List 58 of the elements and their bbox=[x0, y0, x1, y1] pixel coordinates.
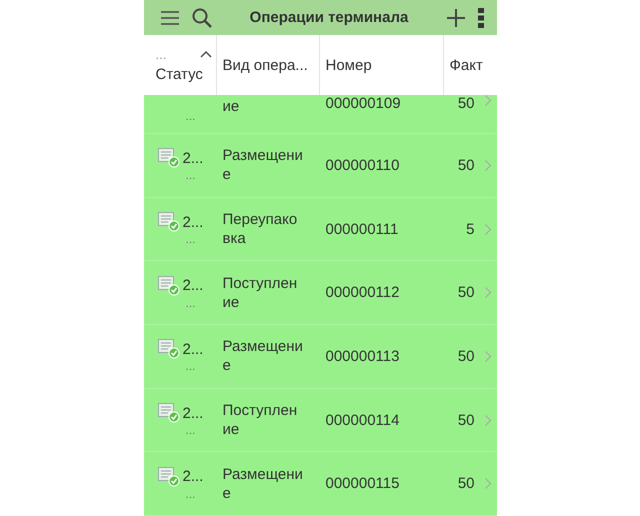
status-text: ... bbox=[184, 486, 196, 501]
chevron-right-icon[interactable] bbox=[484, 478, 490, 490]
column-header[interactable]: Вид опера... bbox=[222, 56, 308, 74]
document-check-icon bbox=[158, 339, 180, 360]
status-text: 2... bbox=[182, 468, 204, 486]
operation-type: Размещение bbox=[222, 337, 304, 376]
document-number: 000000113 bbox=[326, 348, 400, 365]
status-text: 2... bbox=[182, 277, 204, 294]
search-icon[interactable] bbox=[192, 8, 212, 28]
ellipsis-text: ... bbox=[156, 47, 166, 62]
document-number: 000000114 bbox=[326, 412, 400, 429]
chevron-right-icon[interactable] bbox=[484, 350, 490, 362]
fact-quantity: 5 bbox=[466, 220, 474, 238]
chevron-right-icon[interactable] bbox=[484, 287, 490, 298]
column-header[interactable]: Факт bbox=[450, 56, 483, 74]
operation-type: Размещение bbox=[222, 464, 304, 503]
status-text: 2... bbox=[182, 340, 204, 358]
status-text: ... bbox=[184, 359, 196, 374]
operation-type: Поступление bbox=[222, 274, 298, 312]
document-check-icon bbox=[158, 276, 180, 296]
chevron-right-icon[interactable] bbox=[484, 160, 490, 171]
status-text: ... bbox=[184, 168, 196, 182]
operation-type: ие bbox=[222, 97, 240, 116]
fact-quantity: 50 bbox=[458, 412, 474, 429]
chevron-right-icon[interactable] bbox=[484, 95, 490, 106]
document-number: 000000112 bbox=[326, 284, 400, 302]
more-icon[interactable] bbox=[476, 8, 484, 28]
document-check-icon bbox=[158, 148, 180, 168]
status-text: 2... bbox=[182, 150, 204, 167]
fact-quantity: 50 bbox=[458, 95, 474, 112]
status-text: 2... bbox=[182, 214, 204, 231]
screen-title: Операции терминала bbox=[248, 9, 410, 26]
document-check-icon bbox=[158, 212, 180, 232]
operation-type: Переупаковка bbox=[222, 210, 298, 248]
status-text: 2... bbox=[182, 404, 204, 422]
fact-quantity: 50 bbox=[458, 156, 474, 174]
status-text: ... bbox=[184, 109, 196, 124]
document-number: 000000111 bbox=[326, 220, 398, 238]
status-text: ... bbox=[184, 296, 196, 310]
fact-quantity: 50 bbox=[458, 284, 474, 302]
status-text: ... bbox=[184, 232, 196, 246]
sort-up-icon[interactable] bbox=[200, 51, 212, 58]
column-header[interactable]: Номер bbox=[326, 56, 372, 74]
add-icon[interactable] bbox=[446, 8, 464, 26]
menu-icon[interactable] bbox=[160, 10, 180, 26]
fact-quantity: 50 bbox=[458, 348, 474, 365]
document-number: 000000115 bbox=[326, 475, 400, 492]
fact-quantity: 50 bbox=[458, 475, 474, 492]
column-header[interactable]: Статус bbox=[156, 66, 212, 83]
document-number: 000000109 bbox=[326, 95, 401, 112]
document-check-icon bbox=[158, 466, 180, 487]
document-number: 000000110 bbox=[326, 156, 400, 174]
operation-type: Размещение bbox=[222, 146, 304, 184]
operation-type: Поступление bbox=[222, 401, 298, 440]
document-check-icon bbox=[158, 403, 180, 424]
chevron-right-icon[interactable] bbox=[484, 224, 490, 235]
chevron-right-icon[interactable] bbox=[484, 414, 490, 426]
status-text: ... bbox=[184, 423, 196, 438]
